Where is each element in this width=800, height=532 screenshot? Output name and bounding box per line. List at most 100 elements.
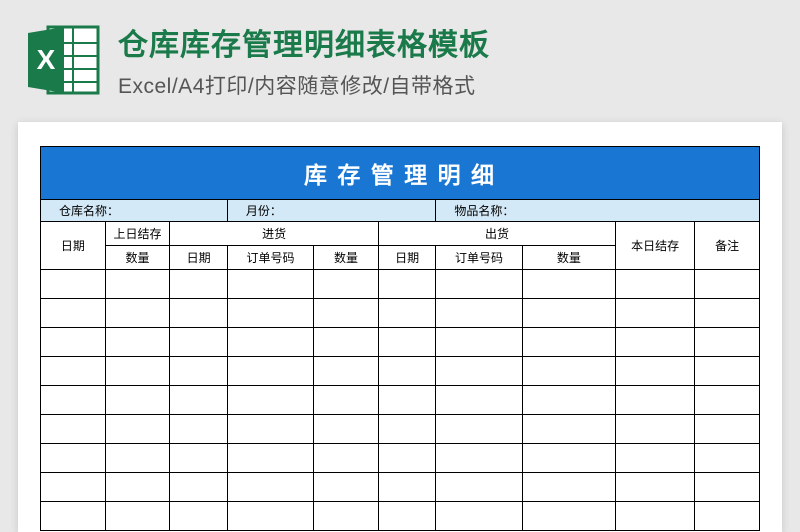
col-prev-balance-l2: 数量	[105, 246, 170, 270]
table-cell	[170, 444, 228, 473]
table-row	[41, 444, 760, 473]
table-row	[41, 386, 760, 415]
table-cell	[227, 502, 313, 531]
table-cell	[105, 502, 170, 531]
sheet-title: 库 存 管 理 明 细	[40, 146, 760, 199]
table-cell	[41, 299, 106, 328]
table-cell	[522, 386, 615, 415]
table-cell	[314, 444, 379, 473]
table-cell	[41, 357, 106, 386]
table-cell	[378, 328, 436, 357]
table-cell	[616, 386, 695, 415]
table-cell	[227, 299, 313, 328]
table-cell	[616, 357, 695, 386]
table-cell	[436, 386, 522, 415]
table-cell	[314, 415, 379, 444]
col-date: 日期	[41, 222, 106, 270]
table-cell	[170, 270, 228, 299]
col-note: 备注	[695, 222, 760, 270]
table-cell	[522, 444, 615, 473]
table-cell	[170, 299, 228, 328]
table-cell	[695, 357, 760, 386]
table-row	[41, 473, 760, 502]
table-cell	[105, 270, 170, 299]
table-row	[41, 270, 760, 299]
col-outbound: 出货	[378, 222, 615, 246]
header-text-block: 仓库库存管理明细表格模板 Excel/A4打印/内容随意修改/自带格式	[118, 20, 776, 100]
header-row-1: 日期 上日结存 进货 出货 本日结存 备注	[41, 222, 760, 246]
table-cell	[695, 386, 760, 415]
table-cell	[436, 415, 522, 444]
table-cell	[695, 415, 760, 444]
warehouse-name-cell: 仓库名称：	[41, 200, 228, 222]
info-row: 仓库名称： 月份： 物品名称：	[41, 200, 760, 222]
table-cell	[170, 357, 228, 386]
inventory-table: 仓库名称： 月份： 物品名称： 日期 上日结存 进货 出货 本日结存 备注 数量…	[40, 199, 760, 531]
table-cell	[170, 386, 228, 415]
table-cell	[314, 270, 379, 299]
table-cell	[170, 473, 228, 502]
table-cell	[227, 415, 313, 444]
table-cell	[105, 415, 170, 444]
table-cell	[522, 415, 615, 444]
table-cell	[41, 473, 106, 502]
table-cell	[436, 502, 522, 531]
table-cell	[695, 270, 760, 299]
table-cell	[105, 386, 170, 415]
table-cell	[227, 473, 313, 502]
col-in-qty: 数量	[314, 246, 379, 270]
table-cell	[436, 270, 522, 299]
table-cell	[314, 357, 379, 386]
table-cell	[616, 328, 695, 357]
table-cell	[522, 270, 615, 299]
table-cell	[436, 444, 522, 473]
table-cell	[105, 357, 170, 386]
page-header: X 仓库库存管理明细表格模板 Excel/A4打印/内容随意修改/自带格式	[0, 0, 800, 114]
table-cell	[227, 270, 313, 299]
table-cell	[616, 502, 695, 531]
page-title: 仓库库存管理明细表格模板	[118, 20, 776, 64]
table-cell	[105, 444, 170, 473]
table-cell	[522, 328, 615, 357]
table-cell	[378, 415, 436, 444]
table-body	[41, 270, 760, 531]
table-cell	[227, 386, 313, 415]
col-prev-balance-l1: 上日结存	[105, 222, 170, 246]
table-cell	[227, 357, 313, 386]
table-cell	[522, 299, 615, 328]
col-in-order: 订单号码	[227, 246, 313, 270]
table-cell	[314, 502, 379, 531]
table-cell	[695, 328, 760, 357]
excel-icon: X	[24, 21, 102, 99]
table-cell	[314, 328, 379, 357]
sheet-container: 库 存 管 理 明 细 仓库名称： 月份： 物品名称： 日期 上日结存 进货 出…	[18, 122, 782, 532]
table-cell	[314, 473, 379, 502]
table-cell	[227, 328, 313, 357]
table-cell	[41, 444, 106, 473]
table-cell	[227, 444, 313, 473]
col-inbound: 进货	[170, 222, 378, 246]
table-cell	[378, 357, 436, 386]
table-cell	[41, 502, 106, 531]
table-cell	[378, 473, 436, 502]
table-cell	[314, 386, 379, 415]
table-row	[41, 415, 760, 444]
item-name-cell: 物品名称：	[436, 200, 760, 222]
table-cell	[378, 299, 436, 328]
table-cell	[41, 386, 106, 415]
table-cell	[378, 270, 436, 299]
table-row	[41, 328, 760, 357]
table-cell	[105, 473, 170, 502]
table-cell	[170, 328, 228, 357]
month-cell: 月份：	[227, 200, 435, 222]
table-cell	[378, 444, 436, 473]
table-cell	[436, 328, 522, 357]
table-cell	[378, 386, 436, 415]
table-row	[41, 357, 760, 386]
table-row	[41, 299, 760, 328]
table-cell	[616, 444, 695, 473]
table-cell	[105, 328, 170, 357]
table-cell	[170, 415, 228, 444]
table-cell	[41, 270, 106, 299]
table-cell	[695, 444, 760, 473]
